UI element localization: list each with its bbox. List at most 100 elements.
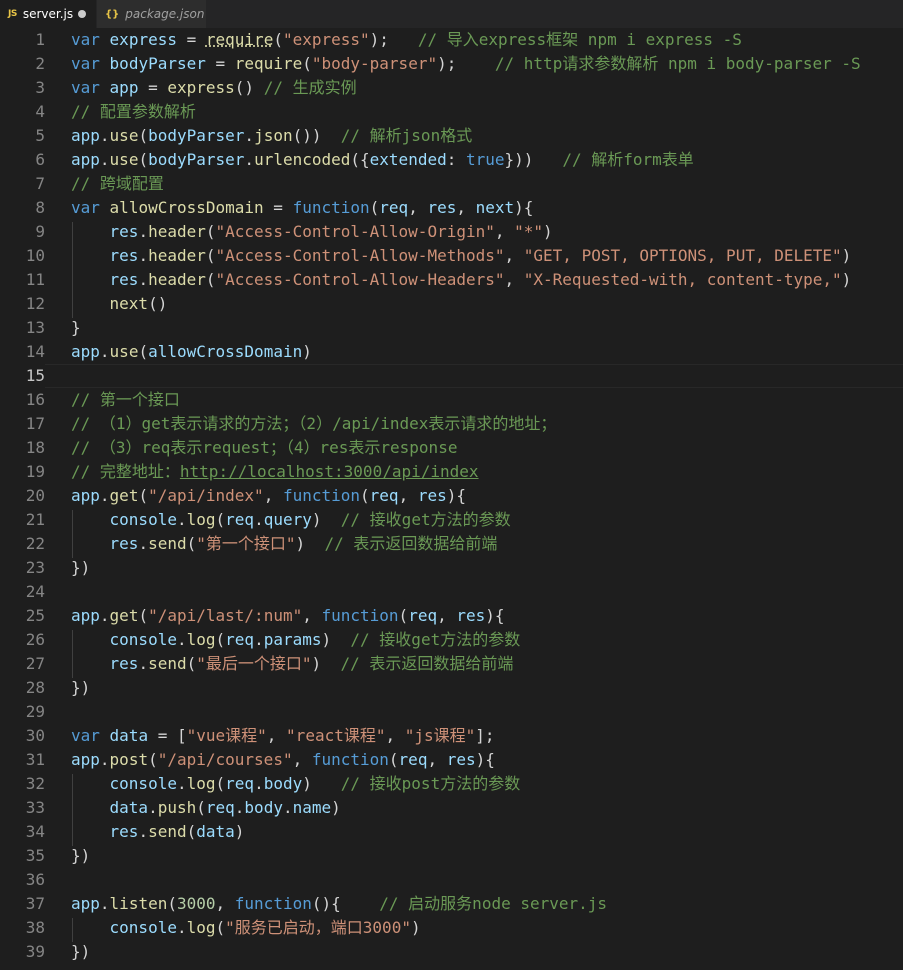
code-line[interactable]: 4 // 配置参数解析 [0,100,903,124]
code-token: "服务已启动，端口3000" [225,918,411,937]
line-number: 15 [25,366,45,385]
code-line[interactable]: 25 app.get("/api/last/:num", function(req… [0,604,903,628]
code-text[interactable]: res.send(data) [45,820,903,844]
code-text[interactable]: // （1）get表示请求的方法；（2）/api/index表示请求的地址； [45,412,903,436]
code-line[interactable]: 22 res.send("第一个接口") // 表示返回数据给前端 [0,532,903,556]
code-text[interactable]: data.push(req.body.name) [45,796,903,820]
code-line[interactable]: 34 res.send(data) [0,820,903,844]
code-text[interactable]: app.use(allowCrossDomain) [45,340,903,364]
code-text[interactable]: var bodyParser = require("body-parser");… [45,52,903,76]
code-text[interactable]: // 完整地址：http://localhost:3000/api/index [45,460,903,484]
code-text[interactable]: }) [45,676,903,700]
code-line[interactable]: 18 // （3）req表示request；（4）res表示response [0,436,903,460]
code-text[interactable]: app.use(bodyParser.urlencoded({extended:… [45,148,903,172]
code-text[interactable]: }) [45,556,903,580]
code-line[interactable]: 21 console.log(req.query) // 接收get方法的参数 [0,508,903,532]
code-line[interactable]: 39}) [0,940,903,964]
code-text[interactable]: console.log("服务已启动，端口3000") [45,916,903,940]
code-text[interactable]: res.header("Access-Control-Allow-Origin"… [45,220,903,244]
code-token: ){ [446,486,466,505]
code-line[interactable]: 10 res.header("Access-Control-Allow-Meth… [0,244,903,268]
code-line[interactable]: 19// 完整地址：http://localhost:3000/api/inde… [0,460,903,484]
code-text[interactable]: var allowCrossDomain = function(req, res… [45,196,903,220]
code-line[interactable]: 35}) [0,844,903,868]
code-line[interactable]: 32 console.log(req.body) // 接收post方法的参数 [0,772,903,796]
code-token: app [71,342,100,361]
line-number: 32 [25,774,45,793]
code-token: body [263,774,303,793]
code-line[interactable]: 15 [0,364,903,388]
code-text[interactable]: app.use(bodyParser.json()) // 解析json格式 [45,124,903,148]
code-text[interactable]: res.header("Access-Control-Allow-Headers… [45,268,903,292]
code-text[interactable]: res.header("Access-Control-Allow-Methods… [45,244,903,268]
code-text[interactable]: next() [45,292,903,316]
code-token: ()) [292,126,341,145]
code-text[interactable]: console.log(req.query) // 接收get方法的参数 [45,508,903,532]
code-text[interactable]: }) [45,844,903,868]
tab-server-js[interactable]: JS server.js [0,0,96,28]
code-text[interactable] [45,580,903,604]
code-line[interactable]: 16 // 第一个接口 [0,388,903,412]
code-token: body [244,798,283,817]
code-line[interactable]: 12 next() [0,292,903,316]
code-text[interactable]: var app = express() // 生成实例 [45,76,903,100]
code-text[interactable] [45,700,903,724]
code-text[interactable] [45,364,903,388]
code-line[interactable]: 8 var allowCrossDomain = function(req, re… [0,196,903,220]
code-line[interactable]: 1 var express = require("express"); // 导入… [0,28,903,52]
code-token: res [417,486,447,505]
code-line[interactable]: 9 res.header("Access-Control-Allow-Origi… [0,220,903,244]
code-token: get [109,486,139,505]
code-text[interactable]: res.send("最后一个接口") // 表示返回数据给前端 [45,652,903,676]
code-line[interactable]: 27 res.send("最后一个接口") // 表示返回数据给前端 [0,652,903,676]
code-line[interactable]: 33 data.push(req.body.name) [0,796,903,820]
line-number: 14 [25,342,45,361]
unsaved-dot-icon[interactable] [78,10,86,18]
code-line[interactable]: 2 var bodyParser = require("body-parser")… [0,52,903,76]
code-editor[interactable]: 1 var express = require("express"); // 导入… [0,28,903,970]
code-token: : [446,150,466,169]
code-text[interactable]: app.get("/api/index", function(req, res)… [45,484,903,508]
code-line[interactable]: 37 app.listen(3000, function(){ // 启动服务no… [0,892,903,916]
code-token: ) [311,510,341,529]
code-token: log [186,630,216,649]
tab-package-json[interactable]: {} package.json [96,0,206,28]
code-line[interactable]: 30 var data = ["vue课程", "react课程", "js课程"… [0,724,903,748]
code-line[interactable]: 29 [0,700,903,724]
code-line[interactable]: 20 app.get("/api/index", function(req, re… [0,484,903,508]
code-text[interactable] [45,868,903,892]
code-token: true [465,150,505,169]
code-line[interactable]: 23}) [0,556,903,580]
code-line[interactable]: 28}) [0,676,903,700]
code-line[interactable]: 14 app.use(allowCrossDomain) [0,340,903,364]
code-text[interactable]: } [45,316,903,340]
code-text[interactable]: // 配置参数解析 [45,100,903,124]
code-line[interactable]: 5 app.use(bodyParser.json()) // 解析json格式 [0,124,903,148]
code-line[interactable]: 17 // （1）get表示请求的方法；（2）/api/index表示请求的地址； [0,412,903,436]
code-line[interactable]: 13} [0,316,903,340]
code-line[interactable]: 3 var app = express() // 生成实例 [0,76,903,100]
code-text[interactable]: // （3）req表示request；（4）res表示response [45,436,903,460]
code-line[interactable]: 24 [0,580,903,604]
code-token: log [186,774,216,793]
code-text[interactable]: var express = require("express"); // 导入e… [45,28,903,52]
code-text[interactable]: res.send("第一个接口") // 表示返回数据给前端 [45,532,903,556]
code-line[interactable]: 26 console.log(req.params) // 接收get方法的参数 [0,628,903,652]
code-text[interactable]: app.listen(3000, function(){ // 启动服务node… [45,892,903,916]
code-line[interactable]: 31 app.post("/api/courses", function(req,… [0,748,903,772]
code-line[interactable]: 36 [0,868,903,892]
code-text[interactable]: console.log(req.params) // 接收get方法的参数 [45,628,903,652]
code-line[interactable]: 11 res.header("Access-Control-Allow-Head… [0,268,903,292]
code-text[interactable]: }) [45,940,903,964]
code-text[interactable]: // 第一个接口 [45,388,903,412]
code-text[interactable]: app.post("/api/courses", function(req, r… [45,748,903,772]
line-number: 25 [25,606,45,625]
code-text[interactable]: console.log(req.body) // 接收post方法的参数 [45,772,903,796]
code-line[interactable]: 7 // 跨域配置 [0,172,903,196]
code-text[interactable]: var data = ["vue课程", "react课程", "js课程"]; [45,724,903,748]
code-line[interactable]: 6 app.use(bodyParser.urlencoded({extended… [0,148,903,172]
code-line[interactable]: 38 console.log("服务已启动，端口3000") [0,916,903,940]
code-text[interactable]: app.get("/api/last/:num", function(req, … [45,604,903,628]
code-text[interactable]: // 跨域配置 [45,172,903,196]
